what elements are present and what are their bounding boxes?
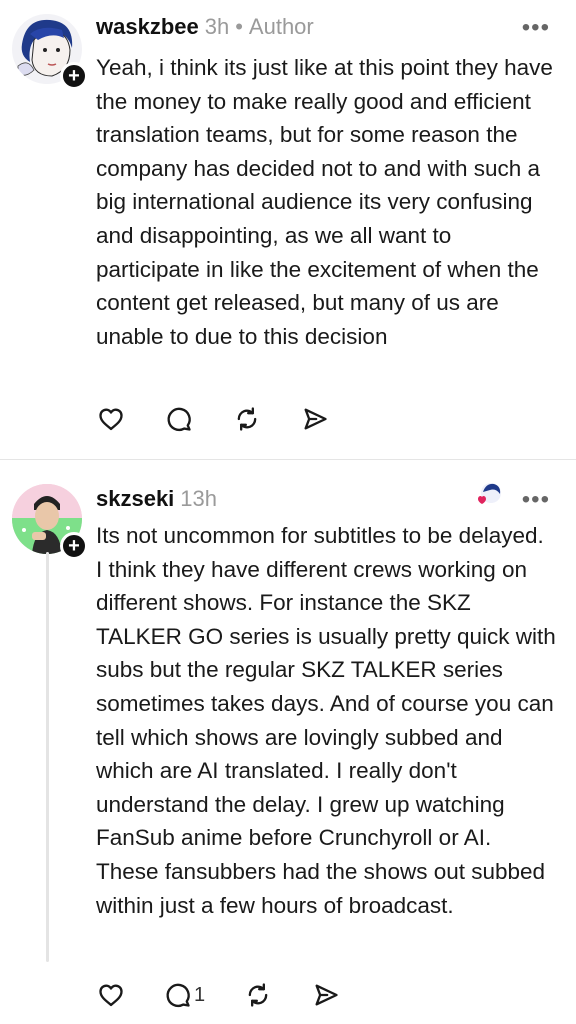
username[interactable]: skzseki <box>96 486 174 512</box>
comment-1: + waskzbee 3h • Author ••• Yeah, i think… <box>0 0 576 460</box>
repost-icon[interactable] <box>243 980 273 1010</box>
reply-count: 1 <box>194 983 206 1006</box>
avatar-skzseki[interactable]: + <box>12 484 88 560</box>
share-icon[interactable] <box>300 404 330 434</box>
plus-icon[interactable]: + <box>60 532 88 560</box>
repost-icon[interactable] <box>232 404 262 434</box>
comment-icon <box>166 983 190 1008</box>
heart-icon[interactable] <box>96 980 126 1010</box>
reply-button[interactable]: 1 <box>164 980 205 1010</box>
action-bar <box>96 404 368 434</box>
plus-icon[interactable]: + <box>60 62 88 90</box>
author-liked-icon <box>476 482 502 508</box>
comment-header: skzseki 13h <box>96 486 217 512</box>
comment-2: + skzseki 13h ••• Its not uncommon for s… <box>0 460 576 1024</box>
username[interactable]: waskzbee <box>96 14 199 40</box>
more-icon[interactable]: ••• <box>522 486 550 514</box>
more-icon[interactable]: ••• <box>522 14 550 42</box>
heart-icon[interactable] <box>96 404 126 434</box>
timestamp: 3h <box>204 14 230 39</box>
thread-line <box>46 552 49 962</box>
author-badge: Author <box>248 14 314 39</box>
avatar-waskzbee[interactable]: + <box>12 14 88 90</box>
comment-text: Its not uncommon for subtitles to be del… <box>96 523 556 918</box>
comment-header: waskzbee 3h • Author <box>96 14 314 40</box>
comment-text: Yeah, i think its just like at this poin… <box>96 55 553 349</box>
share-icon[interactable] <box>311 980 341 1010</box>
separator-dot: • <box>235 14 243 39</box>
timestamp: 13h <box>180 486 218 511</box>
action-bar: 1 <box>96 980 379 1010</box>
comment-icon[interactable] <box>164 404 194 434</box>
